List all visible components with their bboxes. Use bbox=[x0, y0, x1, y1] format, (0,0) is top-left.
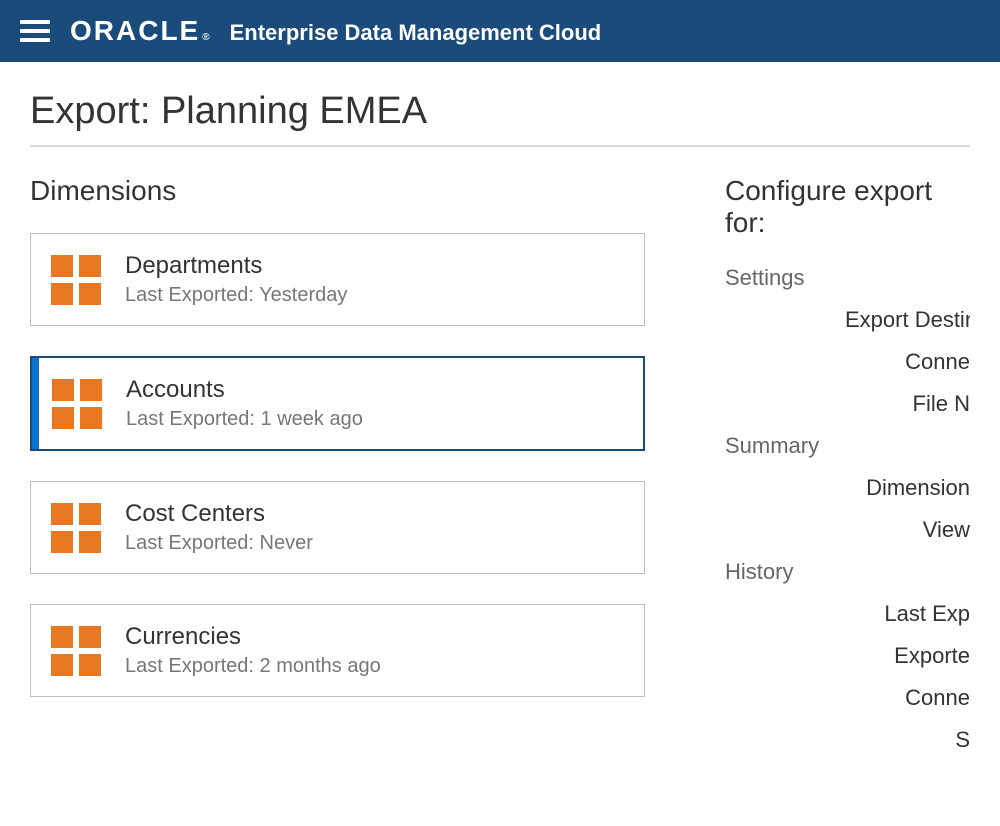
dimension-list: Departments Last Exported: Yesterday Accou… bbox=[30, 233, 645, 697]
dimension-card[interactable]: Currencies Last Exported: 2 months ago bbox=[30, 604, 645, 697]
field-label: View bbox=[845, 517, 970, 543]
dimensions-heading: Dimensions bbox=[30, 175, 645, 207]
dimension-name: Currencies bbox=[125, 623, 381, 651]
dimension-name: Accounts bbox=[126, 376, 363, 404]
group-title: Summary bbox=[725, 433, 970, 459]
menu-icon[interactable] bbox=[20, 20, 50, 42]
dimension-meta: Last Exported: 1 week ago bbox=[126, 408, 363, 431]
grid-icon bbox=[51, 626, 101, 676]
grid-icon bbox=[51, 503, 101, 553]
page-title: Export: Planning EMEA bbox=[30, 90, 970, 133]
oracle-logo: ORACLE® bbox=[70, 15, 212, 47]
field-label: File N bbox=[845, 391, 970, 417]
field-label: Last Exp bbox=[845, 601, 970, 627]
dimension-card[interactable]: Cost Centers Last Exported: Never bbox=[30, 481, 645, 574]
field-label: Exporte bbox=[845, 643, 970, 669]
dimension-meta: Last Exported: Yesterday bbox=[125, 284, 347, 307]
app-header: ORACLE® Enterprise Data Management Cloud bbox=[0, 0, 1000, 62]
group-title: Settings bbox=[725, 265, 970, 291]
brand: ORACLE® Enterprise Data Management Cloud bbox=[70, 15, 601, 47]
field-label: Conne bbox=[845, 349, 970, 375]
dimension-meta: Last Exported: 2 months ago bbox=[125, 655, 381, 678]
dimension-card[interactable]: Accounts Last Exported: 1 week ago bbox=[30, 356, 645, 451]
field-label: S bbox=[845, 727, 970, 753]
dimension-name: Departments bbox=[125, 252, 347, 280]
configure-heading: Configure export for: bbox=[725, 175, 970, 239]
dimension-card[interactable]: Departments Last Exported: Yesterday bbox=[30, 233, 645, 326]
group-title: History bbox=[725, 559, 970, 585]
divider bbox=[30, 145, 970, 147]
field-label: Dimension bbox=[845, 475, 970, 501]
product-name: Enterprise Data Management Cloud bbox=[230, 20, 602, 46]
field-label: Conne bbox=[845, 685, 970, 711]
field-label: Export Destin bbox=[845, 307, 970, 333]
grid-icon bbox=[51, 255, 101, 305]
grid-icon bbox=[52, 379, 102, 429]
dimension-name: Cost Centers bbox=[125, 500, 313, 528]
dimension-meta: Last Exported: Never bbox=[125, 532, 313, 555]
